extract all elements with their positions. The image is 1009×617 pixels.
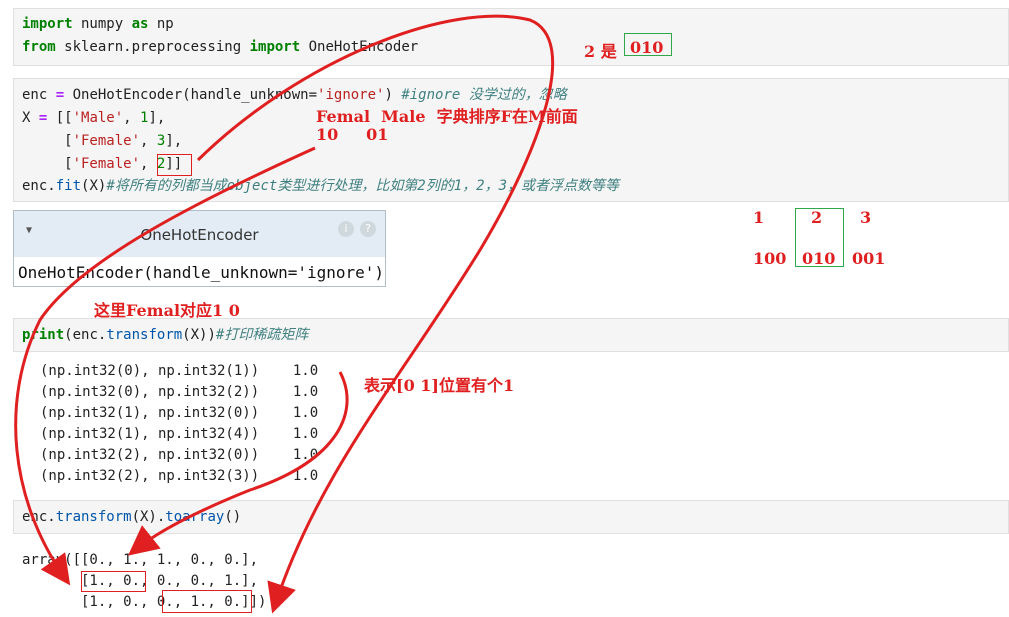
widget-header[interactable]: ▼ OneHotEncoder i ? (14, 211, 385, 257)
code-line: ['Female', 3], (22, 133, 183, 149)
widget-title: OneHotEncoder (140, 226, 259, 244)
annotation-codes: 10 01 (316, 125, 389, 144)
red-highlight-box (162, 590, 252, 613)
code-line: enc.transform(X).toarray() (22, 509, 242, 525)
code-cell-toarray[interactable]: enc.transform(X).toarray() (13, 500, 1009, 534)
array-output-line: array([[0., 1., 1., 0., 0.], (22, 552, 259, 568)
code-line: X = [['Male', 1], (22, 110, 166, 126)
sparse-output-line: (np.int32(1), np.int32(0)) 1.0 (40, 405, 319, 421)
info-icon[interactable]: i (338, 221, 354, 237)
widget-repr: OneHotEncoder(handle_unknown='ignore') (18, 263, 385, 282)
red-highlight-box (81, 571, 146, 592)
code-line: print(enc.transform(X))#打印稀疏矩阵 (22, 327, 309, 343)
annotation-two-is: 2 是 (584, 42, 617, 61)
code-line: import numpy as np (22, 16, 174, 32)
red-highlight-box (157, 154, 192, 176)
estimator-widget[interactable]: ▼ OneHotEncoder i ? OneHotEncoder(handle… (13, 210, 386, 287)
sparse-output-line: (np.int32(0), np.int32(2)) 1.0 (40, 384, 319, 400)
annotation-col-code: 001 (852, 249, 886, 268)
code-cell-encoder[interactable]: enc = OneHotEncoder(handle_unknown='igno… (13, 78, 1009, 202)
green-highlight-box (795, 208, 844, 267)
code-line: from sklearn.preprocessing import OneHot… (22, 39, 419, 55)
annotation-dict-order: Femal Male 字典排序F在M前面 (316, 107, 578, 126)
code-line: enc.fit(X)#将所有的列都当成object类型进行处理，比如第2列的1，… (22, 178, 620, 194)
code-cell-imports[interactable]: import numpy as np from sklearn.preproce… (13, 8, 1009, 66)
sparse-output-line: (np.int32(2), np.int32(0)) 1.0 (40, 447, 319, 463)
help-icon[interactable]: ? (360, 221, 376, 237)
sparse-output-line: (np.int32(0), np.int32(1)) 1.0 (40, 363, 319, 379)
sparse-output-line: (np.int32(1), np.int32(4)) 1.0 (40, 426, 319, 442)
code-cell-print[interactable]: print(enc.transform(X))#打印稀疏矩阵 (13, 318, 1009, 352)
green-highlight-box (624, 33, 672, 56)
annotation-femal-1-0: 这里Femal对应1 0 (94, 301, 240, 320)
annotation-col-num: 1 (753, 208, 765, 227)
annotation-col-code: 100 (753, 249, 787, 268)
sparse-output-line: (np.int32(2), np.int32(3)) 1.0 (40, 468, 319, 484)
annotation-position-note: 表示[0 1]位置有个1 (364, 376, 515, 395)
annotation-col-num: 3 (860, 208, 872, 227)
